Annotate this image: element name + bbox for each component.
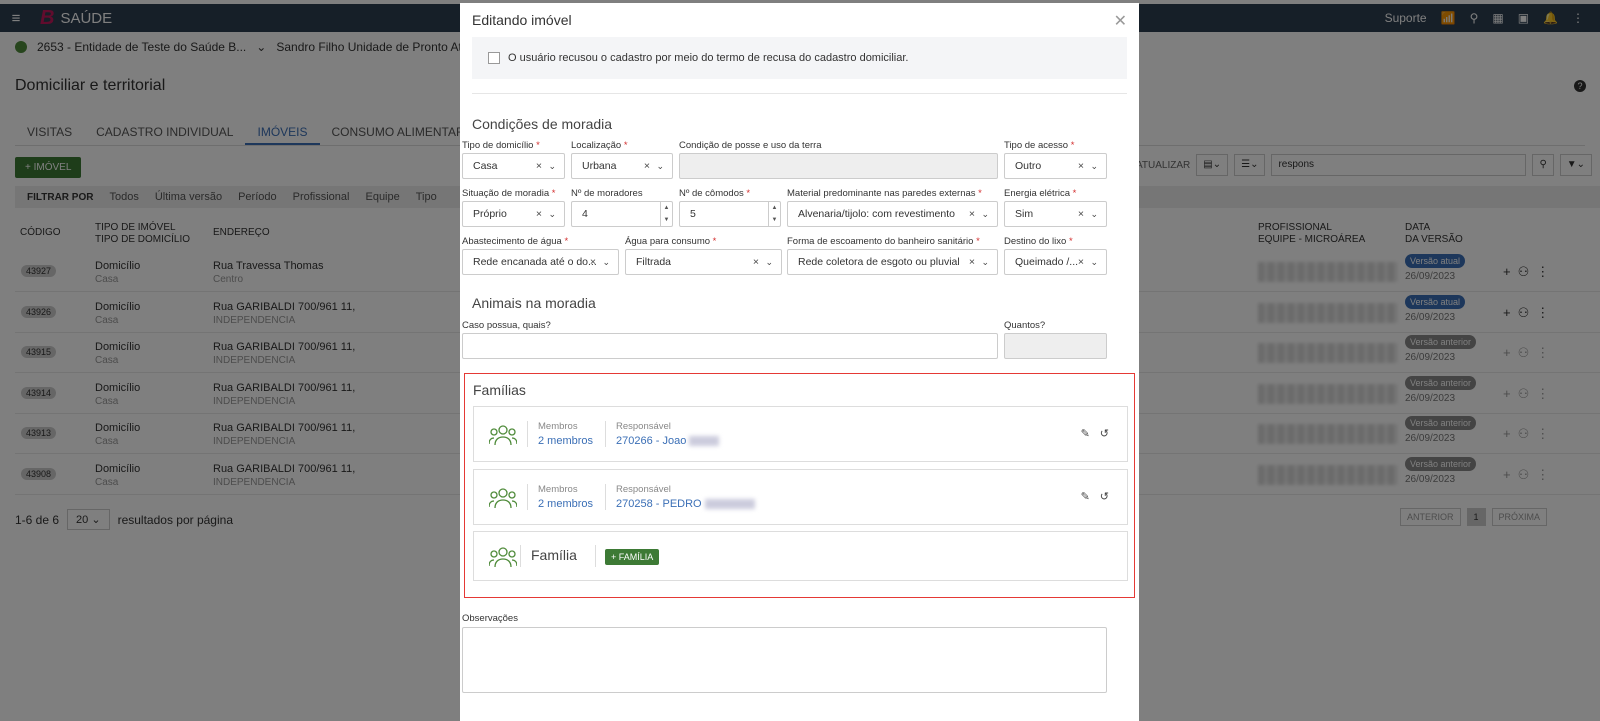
agua-consumo-select[interactable]: Filtrada × ⌄ bbox=[625, 249, 782, 275]
obs-label: Observações bbox=[462, 613, 518, 624]
tipo-domicilio-label: Tipo de domicílio * bbox=[462, 140, 540, 151]
family-icon bbox=[489, 488, 517, 509]
lixo-label: Destino do lixo * bbox=[1004, 236, 1073, 247]
responsible-link[interactable]: 270266 - Joao bbox=[616, 435, 720, 447]
energia-select[interactable]: Sim × ⌄ bbox=[1004, 201, 1107, 227]
comodos-stepper[interactable]: 5 ▲ ▼ bbox=[679, 201, 781, 227]
agua-consumo-label: Água para consumo * bbox=[625, 236, 717, 247]
refusal-checkbox[interactable] bbox=[488, 52, 500, 64]
members-link[interactable]: 2 membros bbox=[538, 435, 593, 447]
history-icon[interactable]: ↺ bbox=[1100, 427, 1109, 440]
new-family-card: Família + FAMÍLIA bbox=[473, 531, 1128, 581]
tipo-domicilio-select[interactable]: Casa × ⌄ bbox=[462, 153, 565, 179]
tipo-acesso-select[interactable]: Outro × ⌄ bbox=[1004, 153, 1107, 179]
members-link[interactable]: 2 membros bbox=[538, 498, 593, 510]
agua-label: Abastecimento de água * bbox=[462, 236, 569, 247]
modal-title: Editando imóvel bbox=[472, 12, 572, 28]
responsible-label: Responsável bbox=[616, 421, 671, 432]
animals-label: Caso possua, quais? bbox=[462, 320, 551, 331]
moradores-label: Nº de moradores bbox=[571, 188, 643, 199]
family-icon bbox=[489, 425, 517, 446]
obs-textarea[interactable] bbox=[462, 627, 1107, 693]
divider bbox=[472, 93, 1127, 94]
housing-title: Condições de moradia bbox=[472, 116, 613, 132]
lixo-select[interactable]: Queimado /... × ⌄ bbox=[1004, 249, 1107, 275]
animals-input[interactable] bbox=[462, 333, 998, 359]
localizacao-label: Localização * bbox=[571, 140, 628, 151]
energia-label: Energia elétrica * bbox=[1004, 188, 1077, 199]
family-icon bbox=[489, 547, 517, 568]
animals-title: Animais na moradia bbox=[472, 295, 596, 311]
comodos-label: Nº de cômodos * bbox=[679, 188, 751, 199]
edit-imovel-modal: Editando imóvel ✕ O usuário recusou o ca… bbox=[460, 3, 1139, 721]
family-card: Membros 2 membros Responsável 270258 - P… bbox=[473, 469, 1128, 525]
animals-qty-label: Quantos? bbox=[1004, 320, 1046, 331]
refusal-row: O usuário recusou o cadastro por meio do… bbox=[472, 37, 1127, 79]
new-family-label: Família bbox=[531, 547, 577, 563]
add-family-button[interactable]: + FAMÍLIA bbox=[605, 549, 660, 565]
situacao-label: Situação de moradia * bbox=[462, 188, 556, 199]
localizacao-select[interactable]: Urbana × ⌄ bbox=[571, 153, 673, 179]
moradores-stepper[interactable]: 4 ▲ ▼ bbox=[571, 201, 673, 227]
family-card: Membros 2 membros Responsável 270266 - J… bbox=[473, 406, 1128, 462]
responsible-link[interactable]: 270258 - PEDRO bbox=[616, 498, 755, 510]
edit-icon[interactable]: ✎ bbox=[1081, 427, 1090, 440]
tipo-acesso-label: Tipo de acesso * bbox=[1004, 140, 1075, 151]
animals-qty-input bbox=[1004, 333, 1107, 359]
material-label: Material predominante nas paredes extern… bbox=[787, 188, 982, 199]
material-select[interactable]: Alvenaria/tijolo: com revestimento × ⌄ bbox=[787, 201, 998, 227]
posse-select bbox=[679, 153, 998, 179]
members-label: Membros bbox=[538, 421, 578, 432]
families-title: Famílias bbox=[473, 382, 526, 398]
members-label: Membros bbox=[538, 484, 578, 495]
refusal-label: O usuário recusou o cadastro por meio do… bbox=[508, 52, 909, 64]
responsible-label: Responsável bbox=[616, 484, 671, 495]
history-icon[interactable]: ↺ bbox=[1100, 490, 1109, 503]
posse-label: Condição de posse e uso da terra bbox=[679, 140, 822, 151]
agua-select[interactable]: Rede encanada até o do... × ⌄ bbox=[462, 249, 619, 275]
edit-icon[interactable]: ✎ bbox=[1081, 490, 1090, 503]
close-icon[interactable]: ✕ bbox=[1114, 11, 1127, 31]
escoamento-select[interactable]: Rede coletora de esgoto ou pluvial × ⌄ bbox=[787, 249, 998, 275]
situacao-select[interactable]: Próprio × ⌄ bbox=[462, 201, 565, 227]
escoamento-label: Forma de escoamento do banheiro sanitári… bbox=[787, 236, 980, 247]
families-section: Famílias Membros 2 membros Responsável 2… bbox=[464, 373, 1135, 598]
